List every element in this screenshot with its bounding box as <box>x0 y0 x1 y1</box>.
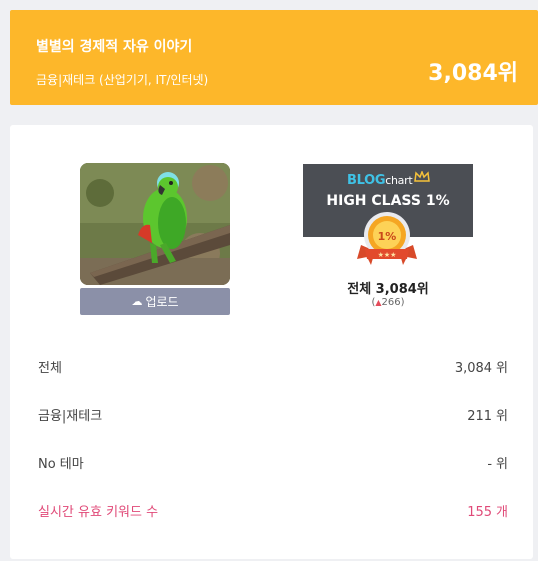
upload-button[interactable]: ☁ 업로드 <box>80 288 230 315</box>
crown-icon <box>414 171 430 182</box>
high-class-label: HIGH CLASS 1% <box>326 193 450 209</box>
rank-card: ☁ 업로드 BLOGchart HIGH CLASS 1% 1% ★★★ 전체 … <box>10 125 533 559</box>
cloud-upload-icon: ☁ <box>131 295 143 308</box>
stat-label: 전체 <box>38 361 62 376</box>
overall-rank: 전체 3,084위 <box>347 282 429 297</box>
stat-row-overall: 전체 3,084 위 <box>38 347 508 395</box>
stat-row-category: 금융|재테크 211 위 <box>38 395 508 443</box>
rank-change-suffix: ) <box>400 297 405 308</box>
stat-label: 금융|재테크 <box>38 409 103 424</box>
rank-change: (▲266) <box>303 297 473 308</box>
stats-list: 전체 3,084 위 금융|재테크 211 위 No 테마 -위 실시간 유효 키워… <box>38 347 508 539</box>
rank-change-value: 266 <box>381 297 401 308</box>
blog-header: 별별의 경제적 자유 이야기 금융|재테크 (산업기기, IT/인터넷) 3,0… <box>10 10 538 105</box>
stat-value: 211 위 <box>467 409 508 424</box>
stat-value: 155 개 <box>467 505 508 520</box>
header-rank: 3,084위 <box>428 61 518 86</box>
medal-text: 1% <box>378 230 397 243</box>
brand-blog: BLOG <box>347 173 386 188</box>
stat-value: 3,084 위 <box>454 361 508 376</box>
svg-text:★★★: ★★★ <box>378 251 397 259</box>
upload-label: 업로드 <box>145 295 179 309</box>
blogchart-logo: BLOGchart <box>347 173 413 188</box>
blog-category: 금융|재테크 (산업기기, IT/인터넷) <box>36 73 209 87</box>
parrot-photo <box>80 163 230 285</box>
stat-value: -위 <box>487 457 508 472</box>
blog-title: 별별의 경제적 자유 이야기 <box>36 39 193 55</box>
brand-chart: chart <box>385 174 413 187</box>
stat-label: 실시간 유효 키워드 수 <box>38 505 159 520</box>
stat-label: No 테마 <box>38 457 84 472</box>
profile-photo <box>80 163 230 285</box>
stat-row-theme: No 테마 -위 <box>38 443 508 491</box>
medal-icon: 1% ★★★ <box>357 212 417 265</box>
stat-row-keywords: 실시간 유효 키워드 수 155 개 <box>38 491 508 539</box>
